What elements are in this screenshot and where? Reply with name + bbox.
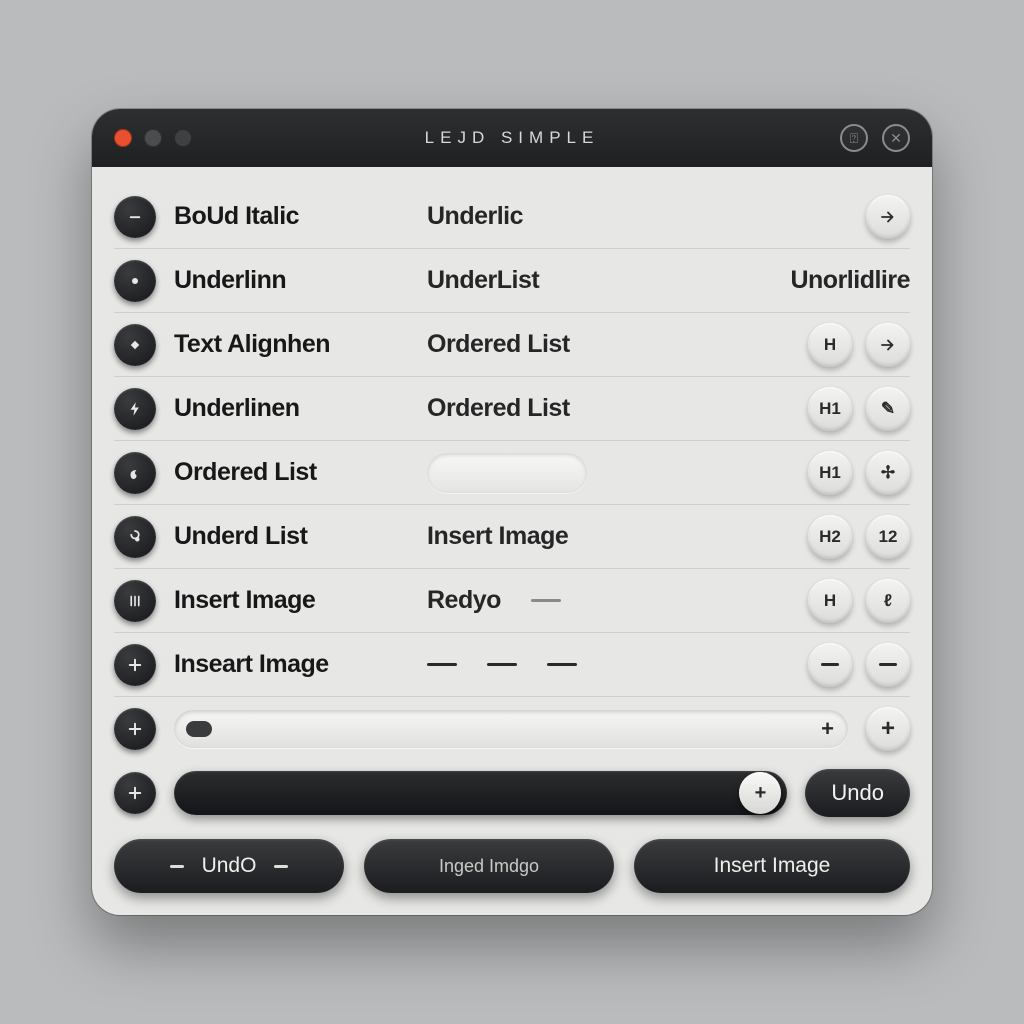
list-item: BoUd Italic Underlic	[114, 185, 910, 249]
row-extra: Unorlidlire	[790, 266, 910, 295]
titlebar-action-b-icon[interactable]: ✕	[882, 124, 910, 152]
row-value: Ordered List	[427, 394, 790, 423]
list-item: Ordered List H1 ✢	[114, 441, 910, 505]
list-item: Underlinen Ordered List H1 ✎	[114, 377, 910, 441]
curl-icon[interactable]	[114, 452, 156, 494]
dash-icon	[531, 599, 561, 602]
insert-image-button[interactable]: Insert Image	[634, 839, 910, 893]
plus-icon: +	[821, 716, 834, 742]
row-label: Inseart Image	[174, 650, 409, 679]
heading-button[interactable]: H1	[808, 451, 852, 495]
row-label: Underlinn	[174, 266, 409, 295]
minus-button[interactable]	[808, 643, 852, 687]
list-item: Insert Image Redyo H ℓ	[114, 569, 910, 633]
list-item: Underlinn UnderList Unorlidlire	[114, 249, 910, 313]
marks-icon[interactable]	[114, 580, 156, 622]
row-value: Redyo	[427, 586, 790, 615]
plus-icon[interactable]	[114, 772, 156, 814]
window-title: LEJD SIMPLE	[92, 128, 932, 148]
heading-button[interactable]: H2	[808, 515, 852, 559]
app-window: LEJD SIMPLE ⍰ ✕ BoUd Italic Underlic Und…	[92, 109, 932, 915]
minus-icon	[274, 865, 288, 868]
row-value: Ordered List	[427, 330, 790, 359]
close-window-icon[interactable]	[114, 129, 132, 147]
zoom-window-icon[interactable]	[174, 129, 192, 147]
row-label: Text Alignhen	[174, 330, 409, 359]
action-button[interactable]	[866, 323, 910, 367]
minus-icon	[170, 865, 184, 868]
heading-button[interactable]: H	[808, 323, 852, 367]
text-field[interactable]	[427, 453, 587, 493]
heading-button[interactable]: H	[808, 579, 852, 623]
undo-button[interactable]: Undo	[805, 769, 910, 817]
row-label: Insert Image	[174, 586, 409, 615]
slider-thumb[interactable]: +	[739, 772, 781, 814]
undo-button[interactable]: UndO	[114, 839, 344, 893]
row-label: BoUd Italic	[174, 202, 409, 231]
minus-icon[interactable]	[114, 196, 156, 238]
window-controls	[114, 129, 192, 147]
bolt-icon[interactable]	[114, 388, 156, 430]
dot-icon[interactable]	[114, 260, 156, 302]
heading-button[interactable]: H1	[808, 387, 852, 431]
content-area: BoUd Italic Underlic Underlinn UnderList…	[92, 167, 932, 915]
list-item: Inseart Image	[114, 633, 910, 697]
insert-image-button[interactable]: Inged Imdgo	[364, 839, 614, 893]
dash-icon	[547, 663, 577, 666]
list-item: Underd List Insert Image H2 12	[114, 505, 910, 569]
dash-icon	[427, 663, 457, 666]
slider-row: + Undo	[114, 761, 910, 825]
list-item: Text Alignhen Ordered List H	[114, 313, 910, 377]
footer: UndO Inged Imdgo Insert Image	[114, 839, 910, 893]
action-button[interactable]	[866, 195, 910, 239]
edit-icon[interactable]: ✎	[866, 387, 910, 431]
row-field-wrap	[427, 453, 790, 493]
action-button[interactable]: ℓ	[866, 579, 910, 623]
plus-icon[interactable]	[114, 708, 156, 750]
row-value: Insert Image	[427, 522, 790, 551]
row-label: Underlinen	[174, 394, 409, 423]
row-dashes	[427, 663, 790, 666]
plus-icon[interactable]	[114, 644, 156, 686]
loop-icon[interactable]	[114, 516, 156, 558]
slider-track-dark[interactable]: +	[174, 771, 787, 815]
minus-button[interactable]	[866, 643, 910, 687]
action-button[interactable]: 12	[866, 515, 910, 559]
titlebar: LEJD SIMPLE ⍰ ✕	[92, 109, 932, 167]
row-label: Ordered List	[174, 458, 409, 487]
action-button[interactable]: ✢	[866, 451, 910, 495]
slider-row: + +	[114, 697, 910, 761]
titlebar-action-a-icon[interactable]: ⍰	[840, 124, 868, 152]
row-value: Underlic	[427, 202, 848, 231]
slider-thumb[interactable]	[186, 721, 212, 737]
minimize-window-icon[interactable]	[144, 129, 162, 147]
dash-icon	[487, 663, 517, 666]
diamond-icon[interactable]	[114, 324, 156, 366]
row-label: Underd List	[174, 522, 409, 551]
plus-button[interactable]: +	[866, 707, 910, 751]
row-value: UnderList Unorlidlire	[427, 266, 910, 295]
slider-track[interactable]: +	[174, 710, 848, 748]
